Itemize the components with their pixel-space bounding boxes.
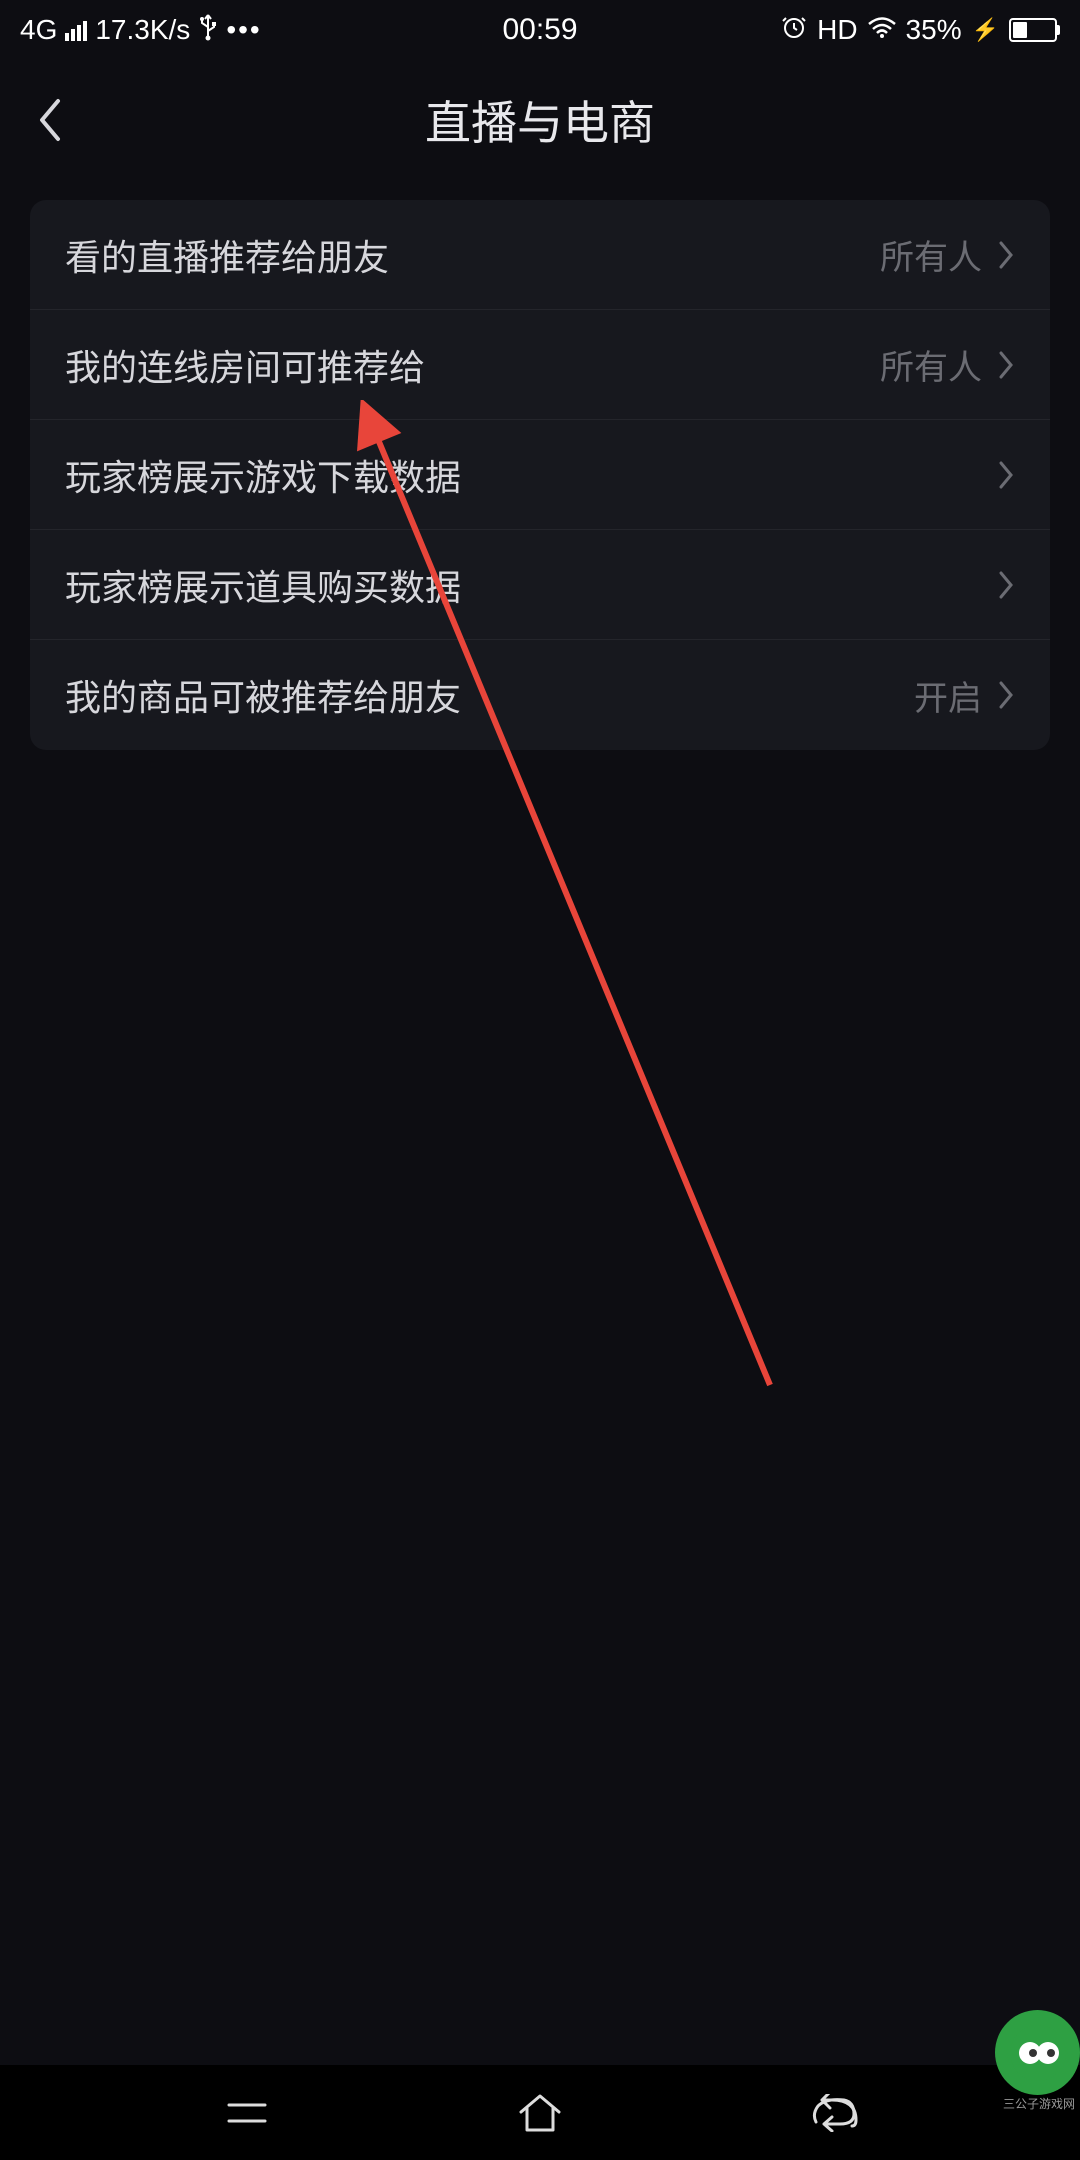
network-speed: 17.3K/s [95, 14, 190, 46]
menu-icon [223, 2097, 271, 2129]
android-nav-bar [0, 2065, 1080, 2160]
battery-icon [1009, 18, 1060, 42]
chevron-left-icon [36, 97, 64, 143]
chevron-right-icon [997, 350, 1015, 380]
usb-icon [198, 13, 218, 48]
setting-product-recommend[interactable]: 我的商品可被推荐给朋友 开启 [30, 640, 1050, 750]
setting-player-rank-purchase[interactable]: 玩家榜展示道具购买数据 [30, 530, 1050, 640]
nav-home-button[interactable] [510, 2083, 570, 2143]
chevron-right-icon [997, 240, 1015, 270]
status-left: 4G 17.3K/s ••• [20, 13, 262, 48]
chevron-right-icon [997, 460, 1015, 490]
alarm-icon [781, 14, 807, 47]
back-button[interactable] [30, 100, 70, 140]
setting-recommend-live-to-friends[interactable]: 看的直播推荐给朋友 所有人 [30, 200, 1050, 310]
nav-recent-button[interactable] [217, 2083, 277, 2143]
setting-value: 所有人 [880, 230, 982, 279]
setting-value: 开启 [914, 671, 982, 720]
nav-back-button[interactable] [803, 2083, 863, 2143]
status-right: HD 35% ⚡ [781, 14, 1060, 47]
setting-label: 我的商品可被推荐给朋友 [65, 669, 461, 721]
status-bar: 4G 17.3K/s ••• 00:59 HD [0, 0, 1080, 60]
wifi-icon [868, 14, 896, 46]
signal-icon [65, 19, 87, 41]
setting-value: 所有人 [880, 340, 982, 389]
charging-icon: ⚡ [972, 17, 999, 43]
chevron-right-icon [997, 570, 1015, 600]
setting-label: 我的连线房间可推荐给 [65, 339, 425, 391]
setting-player-rank-download[interactable]: 玩家榜展示游戏下载数据 [30, 420, 1050, 530]
hd-label: HD [817, 14, 857, 46]
home-icon [515, 2092, 565, 2134]
back-icon [808, 2094, 858, 2132]
setting-label: 看的直播推荐给朋友 [65, 229, 389, 281]
setting-label: 玩家榜展示道具购买数据 [65, 559, 461, 611]
more-icon: ••• [226, 14, 261, 46]
page-title: 直播与电商 [30, 87, 1050, 153]
page-header: 直播与电商 [0, 60, 1080, 180]
settings-group: 看的直播推荐给朋友 所有人 我的连线房间可推荐给 所有人 玩家榜展示游戏下载数据… [30, 200, 1050, 750]
watermark-logo [995, 2010, 1080, 2095]
chevron-right-icon [997, 680, 1015, 710]
setting-label: 玩家榜展示游戏下载数据 [65, 449, 461, 501]
status-time: 00:59 [502, 13, 577, 47]
battery-percent: 35% [906, 14, 962, 46]
watermark-text: 三公子游戏网 [1003, 2095, 1075, 2112]
setting-my-room-recommend[interactable]: 我的连线房间可推荐给 所有人 [30, 310, 1050, 420]
network-type: 4G [20, 14, 57, 46]
